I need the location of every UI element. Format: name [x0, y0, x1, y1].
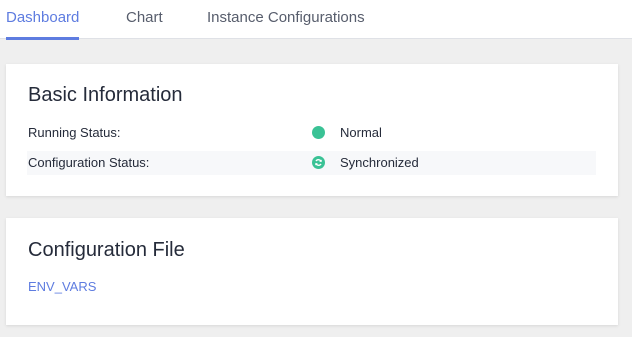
running-status-label: Running Status:: [28, 125, 121, 140]
tab-bar: Dashboard Chart Instance Configurations: [0, 0, 632, 40]
configuration-status-row: Configuration Status: Synchronized: [27, 151, 596, 175]
tab-instance-configurations[interactable]: Instance Configurations: [207, 0, 365, 39]
env-vars-link[interactable]: ENV_VARS: [28, 279, 96, 294]
configuration-status-label: Configuration Status:: [28, 155, 150, 170]
sync-icon: [312, 156, 325, 169]
status-dot-icon: [312, 126, 325, 139]
configuration-status-value: Synchronized: [340, 155, 419, 170]
tab-dashboard[interactable]: Dashboard: [6, 0, 80, 40]
running-status-value: Normal: [340, 125, 382, 140]
running-status-row: Running Status: Normal: [27, 121, 596, 145]
basic-information-card: Basic Information Running Status: Normal…: [6, 64, 618, 196]
tab-chart[interactable]: Chart: [126, 0, 163, 39]
configuration-file-card: Configuration File ENV_VARS: [6, 218, 618, 325]
basic-information-title: Basic Information: [28, 84, 183, 106]
configuration-file-title: Configuration File: [28, 239, 185, 261]
